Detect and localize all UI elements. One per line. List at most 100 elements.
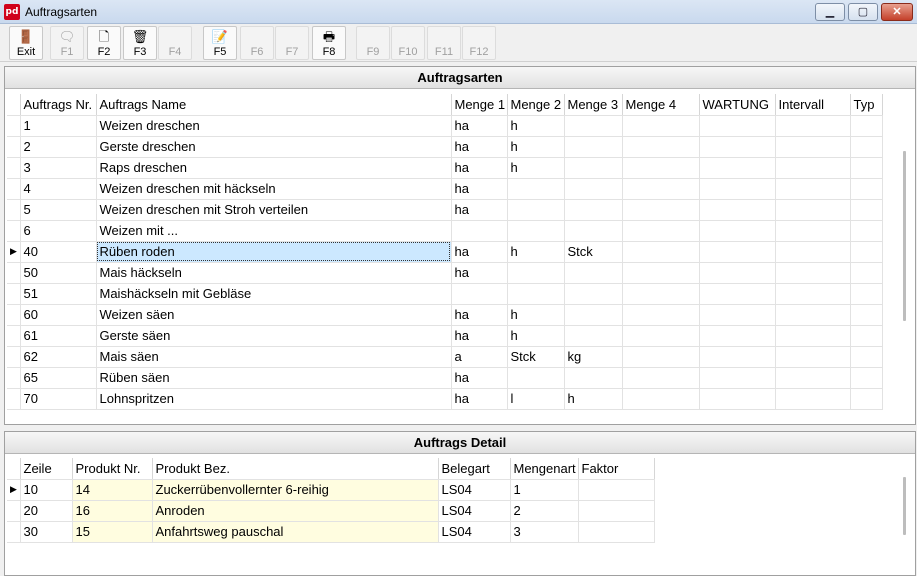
- table-cell[interactable]: [578, 479, 655, 501]
- table-row[interactable]: ▶ 40 Rüben roden ha h Stck: [7, 241, 883, 263]
- table-row[interactable]: 3 Raps dreschen ha h: [7, 157, 883, 179]
- table-cell[interactable]: h: [507, 136, 565, 158]
- table-cell[interactable]: 70: [20, 388, 97, 410]
- toolbar-button-f12[interactable]: F12: [462, 26, 496, 60]
- table-cell[interactable]: [850, 178, 883, 200]
- table-cell[interactable]: [507, 199, 565, 221]
- table-cell[interactable]: [699, 283, 776, 305]
- table-row[interactable]: ▶ 10 14 Zuckerrübenvollernter 6-reihig LS04 1: [7, 479, 655, 501]
- table-cell[interactable]: [699, 262, 776, 284]
- table-cell[interactable]: [850, 115, 883, 137]
- current-row-arrow-icon[interactable]: ▶: [7, 479, 21, 501]
- toolbar-button-f7[interactable]: F7: [275, 26, 309, 60]
- table-cell[interactable]: 2: [510, 500, 579, 522]
- table-cell[interactable]: [622, 178, 700, 200]
- table-cell[interactable]: [564, 304, 623, 326]
- table-cell[interactable]: ha: [451, 115, 508, 137]
- table-cell[interactable]: 20: [20, 500, 73, 522]
- table-cell[interactable]: l: [507, 388, 565, 410]
- table-cell[interactable]: Anroden: [152, 500, 439, 522]
- column-header[interactable]: Auftrags Nr.: [20, 94, 97, 116]
- table-cell[interactable]: Weizen dreschen mit Stroh verteilen: [96, 199, 452, 221]
- table-cell[interactable]: [564, 136, 623, 158]
- table-cell[interactable]: Gerste dreschen: [96, 136, 452, 158]
- table-cell[interactable]: [564, 178, 623, 200]
- table-row[interactable]: 30 15 Anfahrtsweg pauschal LS04 3: [7, 521, 655, 543]
- table-row[interactable]: 61 Gerste säen ha h: [7, 325, 883, 347]
- column-header[interactable]: Produkt Nr.: [72, 458, 153, 480]
- table-cell[interactable]: Mais häckseln: [96, 262, 452, 284]
- table-cell[interactable]: ha: [451, 241, 508, 263]
- table-row[interactable]: 1 Weizen dreschen ha h: [7, 115, 883, 137]
- table-cell[interactable]: 65: [20, 367, 97, 389]
- row-indicator[interactable]: [7, 199, 21, 221]
- table-cell[interactable]: [564, 115, 623, 137]
- table-cell[interactable]: 16: [72, 500, 153, 522]
- table-row[interactable]: 60 Weizen säen ha h: [7, 304, 883, 326]
- table-cell[interactable]: 1: [20, 115, 97, 137]
- table-cell[interactable]: Mais säen: [96, 346, 452, 368]
- column-header[interactable]: Produkt Bez.: [152, 458, 439, 480]
- table-cell[interactable]: [699, 325, 776, 347]
- table-cell[interactable]: ha: [451, 388, 508, 410]
- table-cell[interactable]: [775, 262, 851, 284]
- table-cell[interactable]: [775, 304, 851, 326]
- table-cell[interactable]: Weizen mit ...: [96, 220, 452, 242]
- table-cell[interactable]: [850, 283, 883, 305]
- toolbar-button-f6[interactable]: F6: [240, 26, 274, 60]
- toolbar-button-f11[interactable]: F11: [427, 26, 461, 60]
- table-cell[interactable]: 4: [20, 178, 97, 200]
- table-cell[interactable]: [622, 346, 700, 368]
- table-cell[interactable]: [775, 178, 851, 200]
- column-header[interactable]: Mengenart: [510, 458, 579, 480]
- column-header[interactable]: WARTUNG: [699, 94, 776, 116]
- column-header[interactable]: Faktor: [578, 458, 655, 480]
- table-cell[interactable]: Rüben säen: [96, 367, 452, 389]
- table-cell[interactable]: [451, 283, 508, 305]
- toolbar-button-f2[interactable]: 🗋 F2: [87, 26, 121, 60]
- table-cell[interactable]: [775, 283, 851, 305]
- column-header[interactable]: Auftrags Name: [96, 94, 452, 116]
- row-indicator[interactable]: [7, 367, 21, 389]
- table-cell[interactable]: h: [507, 241, 565, 263]
- table-cell[interactable]: [699, 157, 776, 179]
- table-cell[interactable]: [622, 283, 700, 305]
- current-row-arrow-icon[interactable]: ▶: [7, 241, 21, 263]
- table-cell[interactable]: h: [507, 157, 565, 179]
- column-header[interactable]: Typ: [850, 94, 883, 116]
- table-cell[interactable]: ha: [451, 304, 508, 326]
- table-cell[interactable]: Maishäckseln mit Gebläse: [96, 283, 452, 305]
- toolbar-button-exit[interactable]: 🚪 Exit: [9, 26, 43, 60]
- row-indicator[interactable]: [7, 325, 21, 347]
- table-cell[interactable]: [775, 325, 851, 347]
- table-cell[interactable]: Gerste säen: [96, 325, 452, 347]
- row-indicator[interactable]: [7, 304, 21, 326]
- table-cell[interactable]: [622, 241, 700, 263]
- table-cell[interactable]: [775, 136, 851, 158]
- table-cell[interactable]: [507, 178, 565, 200]
- table-cell[interactable]: 6: [20, 220, 97, 242]
- toolbar-button-f5[interactable]: 📝 F5: [203, 26, 237, 60]
- table-cell[interactable]: [850, 157, 883, 179]
- table-cell[interactable]: 51: [20, 283, 97, 305]
- table-cell[interactable]: [850, 388, 883, 410]
- table-cell[interactable]: [578, 500, 655, 522]
- table-cell[interactable]: [699, 346, 776, 368]
- table-cell[interactable]: [507, 367, 565, 389]
- table-cell[interactable]: 2: [20, 136, 97, 158]
- toolbar-button-f8[interactable]: 🖶 F8: [312, 26, 346, 60]
- table-cell[interactable]: [622, 388, 700, 410]
- table-cell[interactable]: [507, 262, 565, 284]
- table-cell[interactable]: [451, 220, 508, 242]
- table-cell[interactable]: [622, 304, 700, 326]
- column-header[interactable]: Menge 1: [451, 94, 508, 116]
- table-cell[interactable]: [699, 178, 776, 200]
- table-cell[interactable]: ha: [451, 136, 508, 158]
- table-cell[interactable]: [564, 262, 623, 284]
- table-cell[interactable]: 1: [510, 479, 579, 501]
- table-cell[interactable]: 30: [20, 521, 73, 543]
- table-cell[interactable]: ha: [451, 199, 508, 221]
- table-cell[interactable]: [578, 521, 655, 543]
- row-indicator[interactable]: [7, 500, 21, 522]
- row-indicator[interactable]: [7, 521, 21, 543]
